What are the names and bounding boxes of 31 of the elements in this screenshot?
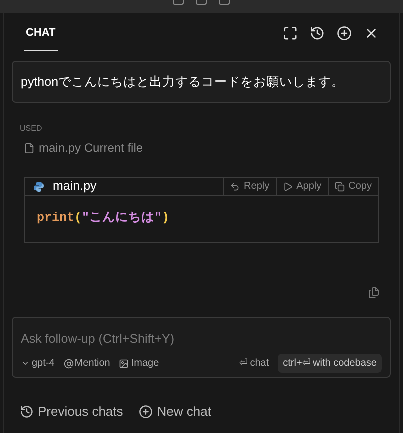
python-icon	[33, 180, 45, 193]
chevron-icon	[21, 359, 30, 368]
at-icon	[64, 358, 74, 368]
section-label: USED	[20, 123, 44, 136]
image-button[interactable]: Image	[119, 356, 160, 371]
copy-icon	[334, 182, 345, 192]
user-message: pythonでこんにちはと出力するコードをお願いします。	[12, 60, 391, 104]
code-line: print("こんにちは")	[36, 210, 171, 228]
copy-icon[interactable]	[368, 287, 380, 299]
chat-tab[interactable]: CHAT	[24, 25, 58, 50]
chat-submit-button[interactable]: ⏎ chat	[239, 356, 270, 371]
code-action-button[interactable]: Apply	[276, 178, 328, 196]
file-icon	[24, 142, 35, 154]
mention-button[interactable]: Mention	[64, 356, 110, 371]
codebase-submit-button[interactable]: ctrl+⏎ with codebase	[278, 354, 382, 373]
play-icon	[282, 182, 293, 192]
add-icon	[139, 404, 154, 419]
new-chat-button[interactable]: New chat	[139, 402, 212, 422]
code-filename: main.py	[53, 178, 98, 196]
reply-icon	[230, 182, 240, 192]
history-icon	[20, 404, 34, 419]
code-action-button[interactable]: Reply	[223, 178, 276, 196]
image-icon	[119, 358, 130, 368]
code-action-button[interactable]: Copy	[328, 178, 378, 196]
model-select[interactable]: gpt-4	[21, 356, 55, 371]
context-file[interactable]: main.py Current file	[24, 139, 144, 158]
previous-chats-button[interactable]: Previous chats	[20, 402, 124, 422]
history-icon[interactable]	[310, 26, 325, 42]
follow-up-field[interactable]: Ask follow-up (Ctrl+Shift+Y) gpt-4 Mention Image ⏎ chat ctrl+⏎ with codebase	[12, 317, 391, 378]
add-icon[interactable]	[337, 26, 352, 42]
maximize-icon[interactable]	[283, 26, 298, 42]
